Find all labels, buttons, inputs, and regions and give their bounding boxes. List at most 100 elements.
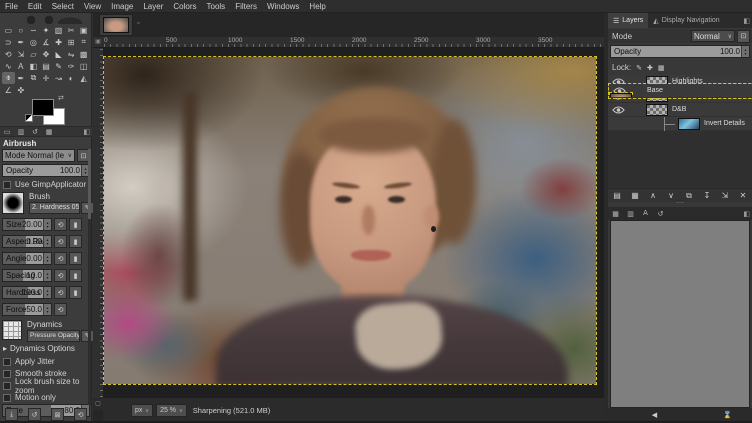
delete-preset-button[interactable]: ⊠ — [51, 408, 64, 421]
menu-item[interactable]: Filters — [230, 0, 262, 13]
raise-layer-button[interactable]: ∧ — [647, 189, 660, 202]
swap-colors-icon[interactable]: ⇄ — [58, 94, 64, 102]
opacity-slider[interactable]: Opacity 100.0 ▴▾ — [2, 164, 90, 177]
tab-menu-button[interactable]: ◧ — [743, 210, 750, 218]
spinner[interactable]: ▴▾ — [43, 219, 51, 230]
merge-layer-button[interactable]: ⇲ — [719, 189, 732, 202]
tool-options-scrollbar[interactable] — [88, 149, 91, 405]
tool-perspective[interactable]: ◣ — [52, 48, 65, 60]
tool-ink[interactable]: ✒ — [15, 72, 28, 84]
tool-pencil[interactable]: ✎ — [52, 60, 65, 72]
tool-handle-transform[interactable]: ✥ — [40, 48, 53, 60]
tool-cage-transform[interactable]: ▩ — [77, 48, 90, 60]
default-colors-icon[interactable] — [25, 114, 33, 122]
tool-option-slider[interactable]: Spacing 10.0 ▴▾ — [2, 269, 52, 282]
tab-tool-options[interactable]: ▭ — [0, 128, 14, 136]
tab-display-navigation[interactable]: ◭ Display Navigation — [648, 13, 724, 28]
tab-layers[interactable]: ☰ Layers — [608, 13, 648, 28]
link-to-brush-button[interactable]: ▮ — [69, 235, 82, 248]
visibility-toggle[interactable] — [608, 106, 628, 114]
canvas-image[interactable] — [104, 57, 596, 384]
spinner[interactable]: ▴▾ — [741, 46, 749, 57]
tool-bucket-fill[interactable]: ◧ — [27, 60, 40, 72]
blend-space-button[interactable]: ⊡ — [737, 30, 750, 43]
lock-pixels-icon[interactable]: ✎ — [636, 64, 642, 72]
spinner[interactable]: ▴▾ — [43, 253, 51, 264]
tool-flip[interactable]: ⇋ — [65, 48, 78, 60]
link-to-brush-button[interactable]: ▮ — [69, 218, 82, 231]
tool-foreground-select[interactable]: ▣ — [77, 24, 90, 36]
tool-ellipse-select[interactable]: ○ — [15, 24, 28, 36]
tool-clone[interactable]: ⧉ — [27, 72, 40, 84]
dynamics-name-field[interactable]: Pressure Opacity — [27, 330, 80, 342]
tool-option-slider[interactable]: Force 50.0 ▴▾ — [2, 303, 52, 316]
tool-free-select[interactable]: ∽ — [27, 24, 40, 36]
back-button[interactable]: ◀ — [648, 408, 661, 421]
tool-gradient[interactable]: ▤ — [40, 60, 53, 72]
tool-option-slider[interactable]: Aspect Ratio 0.00 ▴▾ — [2, 235, 52, 248]
reset-value-button[interactable]: ⟲ — [54, 269, 67, 282]
reset-value-button[interactable]: ⟲ — [54, 218, 67, 231]
tool-eraser[interactable]: ◫ — [77, 60, 90, 72]
menu-item[interactable]: Windows — [262, 0, 304, 13]
motion-only-checkbox[interactable]: Motion only — [0, 392, 92, 403]
reset-value-button[interactable]: ⟲ — [54, 286, 67, 299]
unit-combo[interactable]: px ∨ — [131, 404, 153, 417]
save-preset-button[interactable]: ⤓ — [5, 408, 18, 421]
menu-item[interactable]: Select — [47, 0, 79, 13]
menu-item[interactable]: Tools — [202, 0, 231, 13]
spinner[interactable]: ▴▾ — [43, 304, 51, 315]
brush-name-field[interactable]: 2. Hardness 050 — [29, 202, 80, 214]
dynamics-options-expander[interactable]: ▸ Dynamics Options — [3, 344, 75, 353]
paint-mode-combo[interactable]: Mode Normal (le ∨ — [2, 149, 75, 162]
tab-document-history[interactable]: ↺ — [653, 210, 668, 218]
spinner[interactable]: ▴▾ — [43, 236, 51, 247]
tool-move[interactable]: ✚ — [52, 36, 65, 48]
layer-row[interactable]: − Base — [609, 84, 752, 98]
lock-position-icon[interactable]: ✚ — [647, 64, 653, 72]
tool-color-picker-2[interactable]: ✜ — [15, 84, 28, 96]
anchor-layer-button[interactable]: ↧ — [701, 189, 714, 202]
delete-layer-button[interactable]: ✕ — [737, 189, 750, 202]
reset-value-button[interactable]: ⟲ — [54, 303, 67, 316]
tab-device-status[interactable]: ▥ — [14, 128, 28, 136]
layer-row[interactable]: − Invert Details — [608, 117, 752, 131]
reset-value-button[interactable]: ⟲ — [54, 235, 67, 248]
menu-item[interactable]: View — [79, 0, 106, 13]
tool-heal[interactable]: ✛ — [40, 72, 53, 84]
tool-measure[interactable]: ∡ — [40, 36, 53, 48]
tool-shear[interactable]: ▱ — [27, 48, 40, 60]
spinner[interactable]: ▴▾ — [43, 287, 51, 298]
tab-channels-dock[interactable]: ▥ — [623, 210, 638, 218]
dock-menu-button[interactable]: ◧ — [743, 17, 750, 25]
apply-jitter-checkbox[interactable]: Apply Jitter — [0, 356, 92, 367]
lower-layer-button[interactable]: ∨ — [665, 189, 678, 202]
link-to-brush-button[interactable]: ▮ — [69, 286, 82, 299]
quick-mask-toggle[interactable]: ▢ — [93, 398, 103, 410]
menu-item[interactable]: Edit — [23, 0, 47, 13]
lock-brush-size-checkbox[interactable]: Lock brush size to zoom — [0, 380, 92, 391]
tab-images-dock[interactable]: ▦ — [608, 210, 623, 218]
tool-select-by-color[interactable]: ▧ — [52, 24, 65, 36]
tool-rect-select[interactable]: ▭ — [2, 24, 15, 36]
ruler-origin-button[interactable]: ▣ — [93, 37, 103, 48]
zoom-combo[interactable]: 25 % ∨ — [156, 404, 187, 417]
tool-option-slider[interactable]: Size 20.00 ▴▾ — [2, 218, 52, 231]
tool-zoom[interactable]: ◎ — [27, 36, 40, 48]
menu-item[interactable]: Image — [106, 0, 138, 13]
new-group-button[interactable]: ▦ — [629, 189, 642, 202]
menu-item[interactable]: Layer — [138, 0, 168, 13]
brush-preview-icon[interactable] — [2, 192, 24, 214]
tool-airbrush[interactable]: ⌽ — [2, 72, 15, 84]
spinner[interactable]: ▴▾ — [43, 270, 51, 281]
new-layer-button[interactable]: ▤ — [611, 189, 624, 202]
tool-fuzzy-select[interactable]: ✦ — [40, 24, 53, 36]
tool-option-slider[interactable]: Angle 0.00 ▴▾ — [2, 252, 52, 265]
tool-dodge-burn[interactable]: ◭ — [77, 72, 90, 84]
layer-row[interactable]: − D&B — [608, 103, 752, 117]
tab-menu-button[interactable]: ◧ — [83, 128, 90, 136]
tab-fonts-dock[interactable]: A — [638, 210, 653, 218]
horizontal-ruler[interactable]: 0500100015002000250030003500 — [103, 37, 604, 48]
tool-smudge[interactable]: ↝ — [52, 72, 65, 84]
layer-mode-combo[interactable]: Normal ∨ — [691, 30, 735, 42]
